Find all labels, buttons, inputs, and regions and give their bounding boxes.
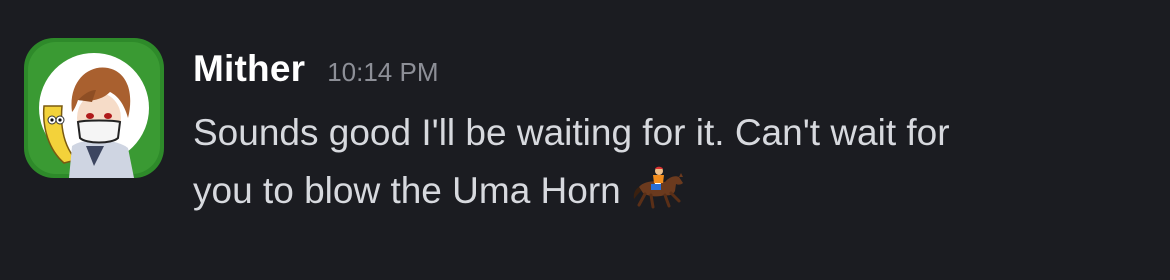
timestamp[interactable]: 10:14 PM: [327, 57, 438, 88]
avatar[interactable]: [24, 38, 164, 178]
message-header: Mither 10:14 PM: [193, 48, 1153, 100]
message-text-line-2: you to blow the Uma Horn: [193, 162, 1153, 220]
horse-racing-emoji-icon: [631, 165, 689, 209]
message-text: Sounds good I'll be waiting for it. Can'…: [193, 104, 1153, 220]
message-text-line-1: Sounds good I'll be waiting for it. Can'…: [193, 112, 950, 153]
message-text-line-2-text: you to blow the Uma Horn: [193, 170, 621, 211]
message-content: Mither 10:14 PM Sounds good I'll be wait…: [193, 48, 1153, 220]
avatar-image: [24, 38, 164, 178]
username[interactable]: Mither: [193, 48, 305, 90]
chat-message: Mither 10:14 PM Sounds good I'll be wait…: [0, 0, 1170, 280]
